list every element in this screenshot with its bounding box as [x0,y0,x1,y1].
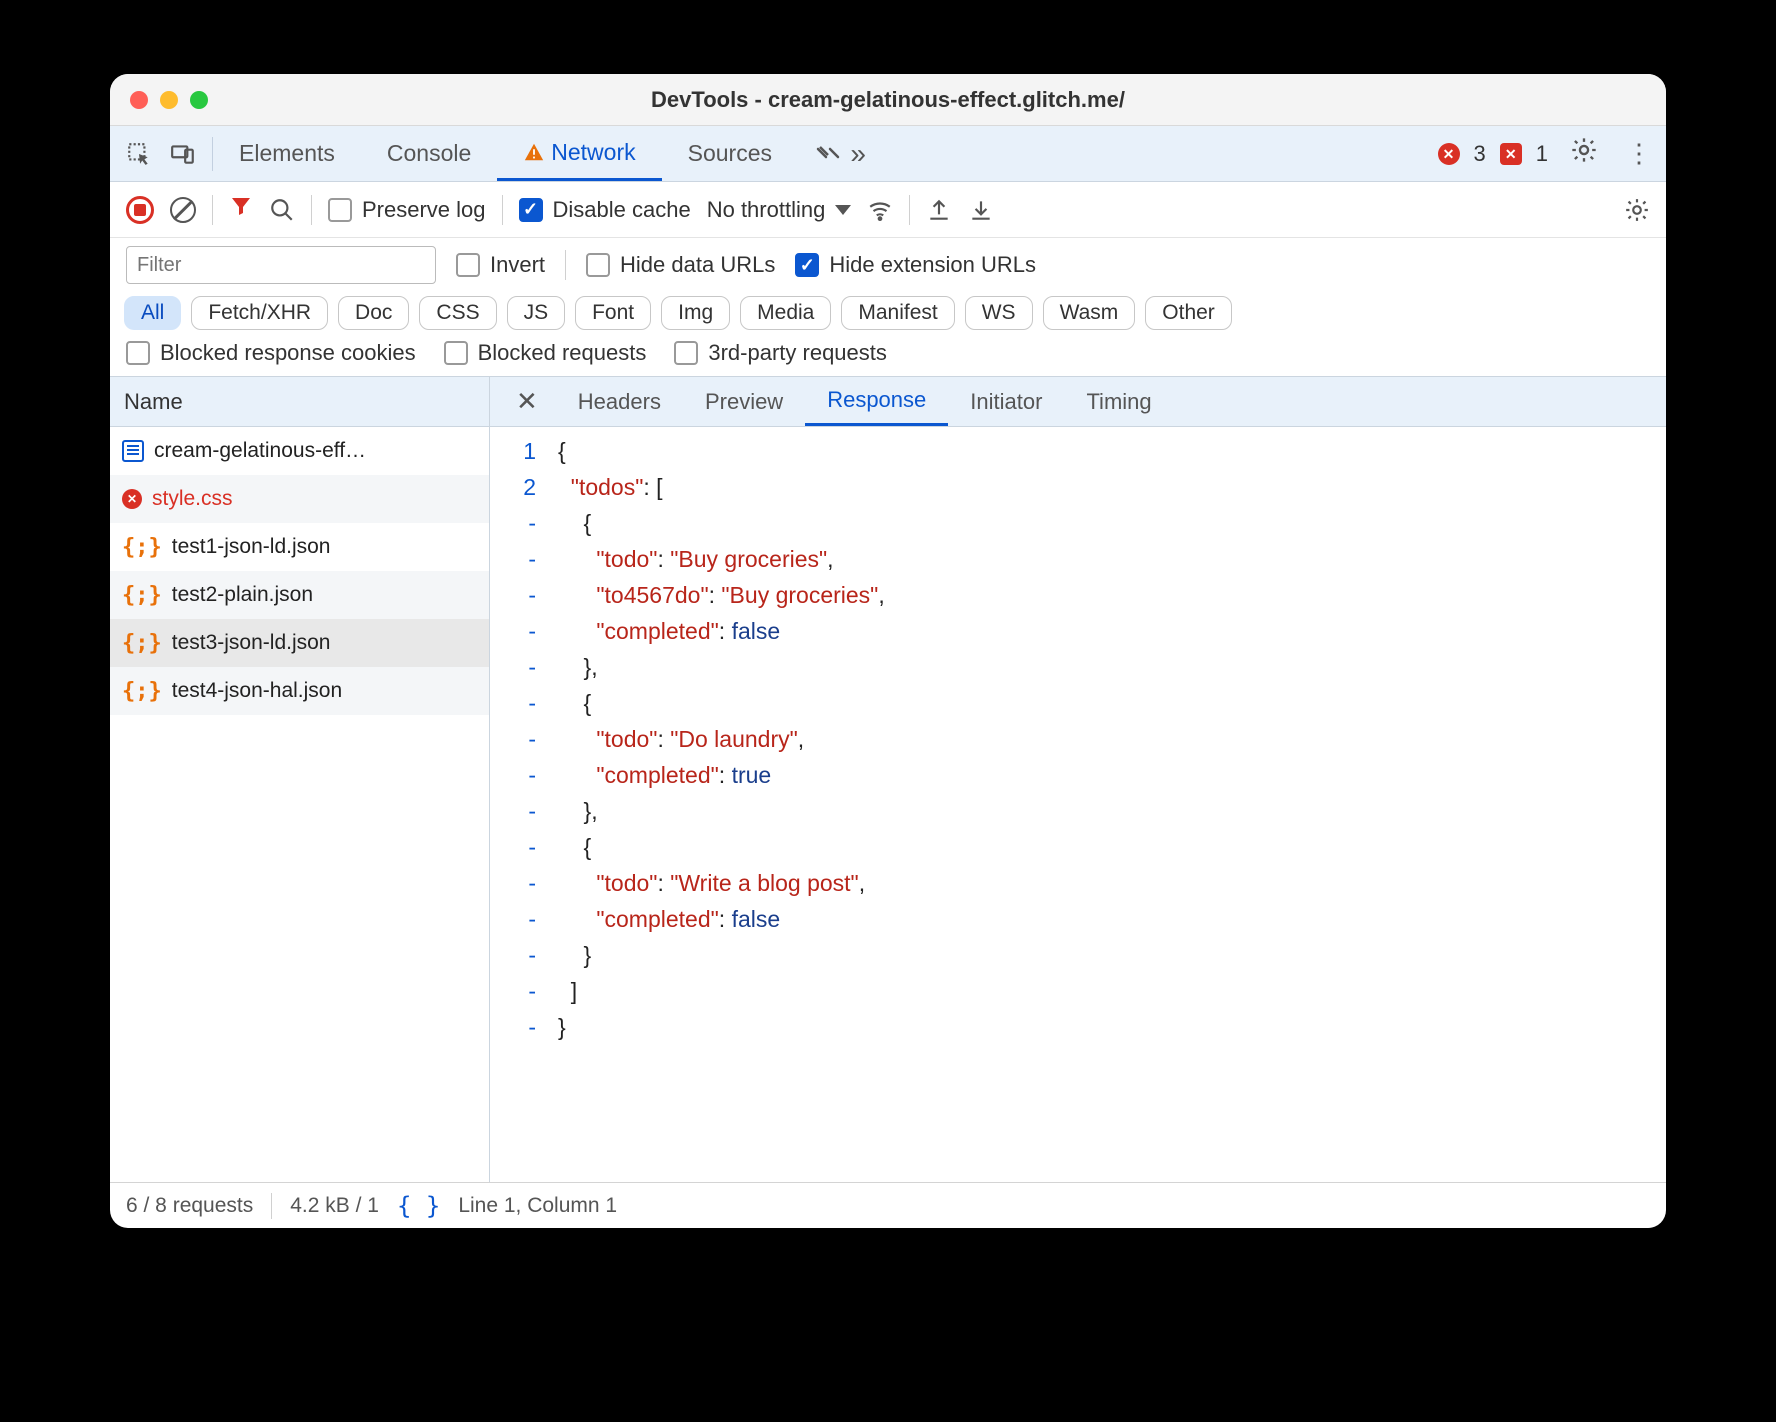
issue-count: 1 [1536,141,1548,167]
hide-extension-urls-checkbox[interactable]: Hide extension URLs [795,252,1036,278]
request-label: test4-json-hal.json [172,679,342,703]
network-toolbar: Preserve log Disable cache No throttling [110,182,1666,238]
detail-tab-preview[interactable]: Preview [683,377,805,426]
request-list-header: Name [110,377,489,427]
response-viewer: 12--------------- { "todos": [ { "todo":… [490,427,1666,1182]
tab-elements[interactable]: Elements [213,126,361,181]
json-icon: {;} [122,679,162,704]
upload-har-icon[interactable] [926,197,952,223]
request-label: test1-json-ld.json [172,535,331,559]
line-gutter: 12--------------- [490,433,550,1182]
request-label: style.css [152,487,233,511]
request-list-column: Name cream-gelatinous-eff… ✕ style.css {;} t… [110,377,490,1182]
json-icon: {;} [122,535,162,560]
error-icon: ✕ [122,489,142,509]
request-row[interactable]: ✕ style.css [110,475,489,523]
pretty-print-icon[interactable]: { } [397,1192,440,1220]
close-icon[interactable]: ✕ [498,386,556,417]
filter-toggle-icon[interactable] [229,194,253,225]
third-party-checkbox[interactable]: 3rd-party requests [674,340,887,366]
type-chip-js[interactable]: JS [507,296,566,330]
document-icon [122,440,144,462]
error-count: 3 [1474,141,1486,167]
more-tabs-button[interactable]: » [798,138,884,170]
request-label: test3-json-ld.json [172,631,331,655]
filter-row: Invert Hide data URLs Hide extension URL… [110,238,1666,292]
wifi-icon[interactable] [867,197,893,223]
clear-button[interactable] [170,197,196,223]
json-icon: {;} [122,631,162,656]
request-row[interactable]: {;} test2-plain.json [110,571,489,619]
device-toggle-icon[interactable] [170,141,196,167]
invert-checkbox[interactable]: Invert [456,252,545,278]
settings-button[interactable] [1556,136,1612,171]
detail-tab-response[interactable]: Response [805,377,948,426]
network-settings-icon[interactable] [1624,197,1650,223]
status-transfer: 4.2 kB / 1 [290,1194,379,1218]
request-row[interactable]: cream-gelatinous-eff… [110,427,489,475]
tab-sources[interactable]: Sources [662,126,798,181]
record-button[interactable] [126,196,154,224]
window-title: DevTools - cream-gelatinous-effect.glitc… [110,87,1666,113]
type-chip-ws[interactable]: WS [965,296,1033,330]
maximize-window-button[interactable] [190,91,208,109]
request-label: cream-gelatinous-eff… [154,439,366,463]
type-chip-img[interactable]: Img [661,296,730,330]
close-window-button[interactable] [130,91,148,109]
json-icon: {;} [122,583,162,608]
issue-badge-icon[interactable]: ✕ [1500,143,1522,165]
detail-tab-initiator[interactable]: Initiator [948,377,1064,426]
type-chip-media[interactable]: Media [740,296,831,330]
status-cursor: Line 1, Column 1 [458,1194,617,1218]
kebab-menu-button[interactable]: ⋮ [1612,138,1666,169]
type-chip-all[interactable]: All [124,296,181,330]
type-chip-font[interactable]: Font [575,296,651,330]
code-content[interactable]: { "todos": [ { "todo": "Buy groceries", … [550,433,1666,1182]
hide-data-urls-checkbox[interactable]: Hide data URLs [586,252,775,278]
warning-icon [523,141,545,163]
panel-tabs: Elements Console Network Sources » ✕ 3 ✕… [110,126,1666,182]
titlebar: DevTools - cream-gelatinous-effect.glitc… [110,74,1666,126]
inspect-icon[interactable] [126,141,152,167]
error-badge-icon[interactable]: ✕ [1438,143,1460,165]
request-row[interactable]: {;} test3-json-ld.json [110,619,489,667]
request-label: test2-plain.json [172,583,313,607]
request-row[interactable]: {;} test4-json-hal.json [110,667,489,715]
type-chip-manifest[interactable]: Manifest [841,296,954,330]
type-chip-doc[interactable]: Doc [338,296,409,330]
type-chip-fetchxhr[interactable]: Fetch/XHR [191,296,328,330]
type-chip-other[interactable]: Other [1145,296,1232,330]
detail-pane: ✕ HeadersPreviewResponseInitiatorTiming … [490,377,1666,1182]
minimize-window-button[interactable] [160,91,178,109]
devtools-window: DevTools - cream-gelatinous-effect.glitc… [110,74,1666,1228]
statusbar: 6 / 8 requests 4.2 kB / 1 { } Line 1, Co… [110,1182,1666,1228]
type-filter-chips: All Fetch/XHR Doc CSS JS Font Img Media Manifest… [110,292,1666,334]
detail-tabs: ✕ HeadersPreviewResponseInitiatorTiming [490,377,1666,427]
type-chip-wasm[interactable]: Wasm [1043,296,1136,330]
search-icon[interactable] [269,197,295,223]
request-row[interactable]: {;} test1-json-ld.json [110,523,489,571]
throttling-select[interactable]: No throttling [707,197,852,223]
blocked-requests-checkbox[interactable]: Blocked requests [444,340,647,366]
detail-tab-headers[interactable]: Headers [556,377,683,426]
status-requests: 6 / 8 requests [126,1194,253,1218]
more-filters-row: Blocked response cookies Blocked request… [110,334,1666,377]
disable-cache-checkbox[interactable]: Disable cache [519,197,691,223]
content-area: Name cream-gelatinous-eff… ✕ style.css {;} t… [110,377,1666,1182]
download-har-icon[interactable] [968,197,994,223]
detail-tab-timing[interactable]: Timing [1064,377,1173,426]
blocked-cookies-checkbox[interactable]: Blocked response cookies [126,340,416,366]
preserve-log-checkbox[interactable]: Preserve log [328,197,486,223]
traffic-lights [110,91,208,109]
tab-network[interactable]: Network [497,126,661,181]
type-chip-css[interactable]: CSS [419,296,496,330]
filter-input[interactable] [126,246,436,284]
request-list: cream-gelatinous-eff… ✕ style.css {;} test1-… [110,427,489,1182]
tab-console[interactable]: Console [361,126,497,181]
